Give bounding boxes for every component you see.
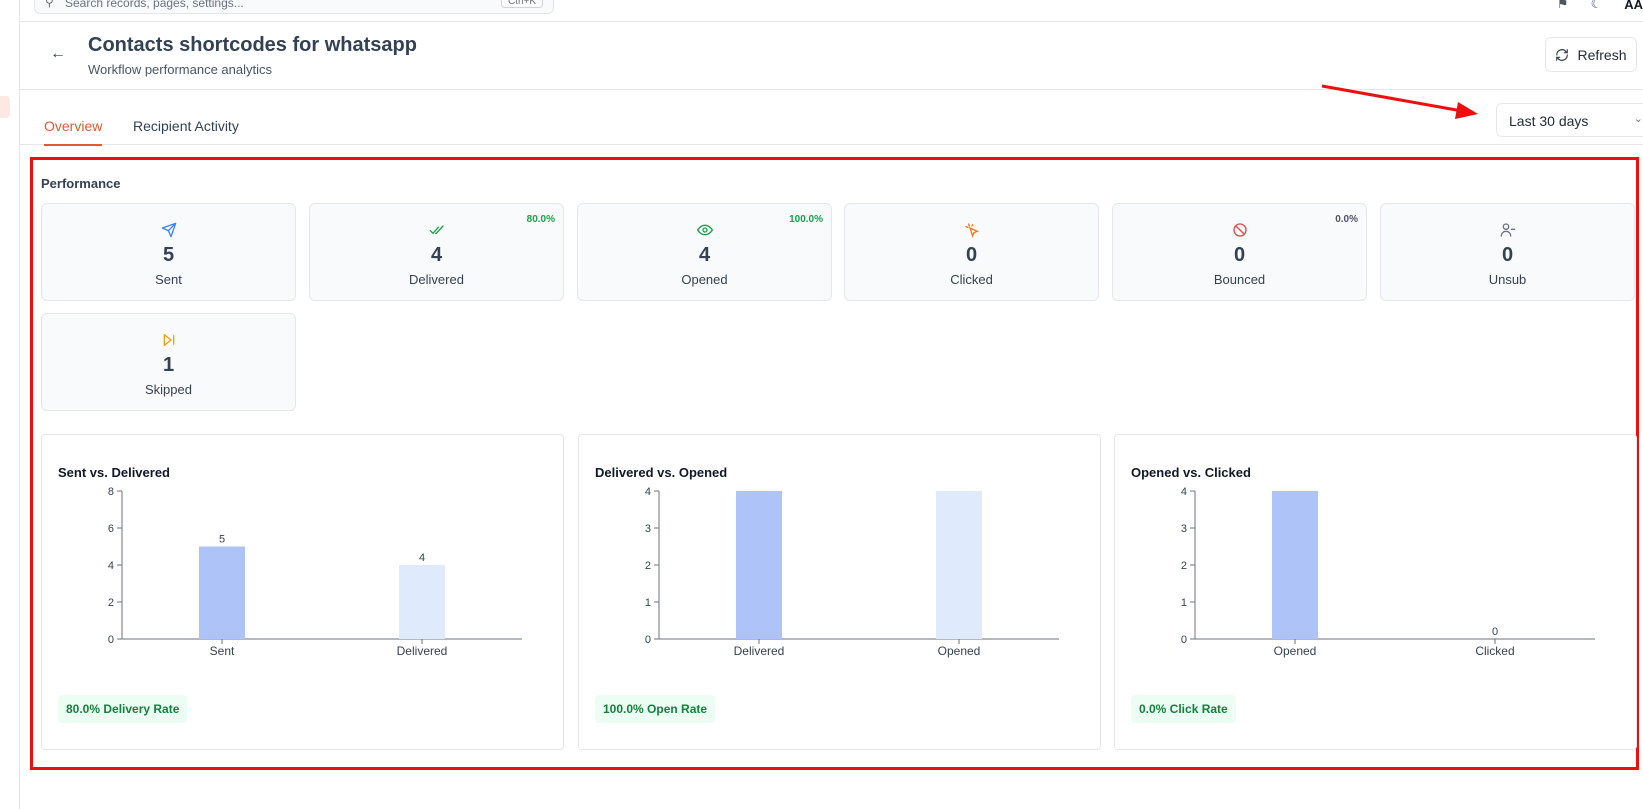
stat-card-bounced: 0.0% 0 Bounced [1112, 203, 1367, 301]
chart-card-sent-delivered: Sent vs. Delivered 0 2 4 6 8 Sent 5 Delivered 4 … [41, 434, 564, 750]
performance-label: Performance [41, 176, 121, 191]
bar-chart: 0 1 2 3 4 Opened Clicked 0 [1181, 486, 1595, 658]
bar [736, 491, 782, 639]
rate-badge: 100.0% Open Rate [595, 695, 716, 723]
bar [399, 565, 445, 639]
y-tick-label: 4 [645, 486, 651, 498]
chart-card-delivered-opened: Delivered vs. Opened 0 1 2 3 4 Delivered Opene… [578, 434, 1101, 750]
rate-badge: 0.0% Click Rate [1131, 695, 1236, 723]
search-icon: ⚲ [45, 0, 54, 9]
date-range-value: Last 30 days [1509, 113, 1589, 129]
stat-value: 1 [162, 354, 175, 376]
y-tick-label: 3 [1181, 523, 1187, 535]
search-shortcut: Ctrl+K [500, 0, 543, 8]
tab-overview[interactable]: Overview [44, 118, 103, 146]
skip-forward-icon [42, 332, 295, 352]
bar [936, 491, 982, 639]
sidebar-edge [0, 0, 20, 809]
user-minus-icon [1381, 222, 1634, 242]
refresh-label: Refresh [1577, 46, 1627, 63]
pointer-click-icon [845, 222, 1098, 242]
chart-title: Sent vs. Delivered [58, 465, 170, 480]
data-label: 5 [219, 534, 225, 546]
refresh-button[interactable]: Refresh [1545, 37, 1637, 72]
y-tick-label: 6 [108, 523, 114, 535]
stat-value: 0 [965, 244, 978, 266]
top-icons: ⚑ ☾ AA [1557, 0, 1643, 14]
y-tick-label: 8 [108, 486, 114, 498]
stat-label: Delivered [409, 272, 464, 287]
stat-value: 0 [1233, 244, 1246, 266]
send-icon [42, 222, 295, 242]
search-box[interactable]: ⚲ Search records, pages, settings... Ctr… [34, 0, 554, 14]
y-tick-label: 2 [645, 560, 651, 572]
double-check-icon [310, 222, 563, 242]
stat-value: 4 [698, 244, 711, 266]
stat-card-unsub: 0 Unsub [1380, 203, 1635, 301]
x-tick-label: Opened [938, 644, 981, 658]
stat-label: Sent [155, 272, 182, 287]
stat-label: Opened [681, 272, 728, 287]
bar-chart: 0 2 4 6 8 Sent 5 Delivered 4 [108, 486, 522, 658]
bar [199, 546, 245, 639]
stat-label: Skipped [145, 382, 192, 397]
stat-value: 5 [162, 244, 175, 266]
tab-bar: Overview Recipient Activity Last 30 days… [20, 90, 1643, 146]
arrow-left-icon: ← [50, 45, 66, 62]
chart-card-opened-clicked: Opened vs. Clicked 0 1 2 3 4 Opened Clicked 0 0… [1114, 434, 1637, 750]
y-tick-label: 3 [645, 523, 651, 535]
stat-card-sent: 5 Sent [41, 203, 296, 301]
top-bar: ⚲ Search records, pages, settings... Ctr… [20, 0, 1643, 22]
date-range-select[interactable]: Last 30 days ⌄ [1496, 103, 1643, 137]
y-tick-label: 1 [645, 597, 651, 609]
stat-card-clicked: 0 Clicked [844, 203, 1099, 301]
avatar[interactable]: AA [1624, 0, 1643, 12]
x-tick-label: Delivered [397, 644, 448, 658]
bar [1272, 491, 1318, 639]
y-tick-label: 4 [108, 560, 114, 572]
y-tick-label: 2 [108, 597, 114, 609]
x-tick-label: Delivered [734, 644, 785, 658]
stat-card-skipped: 1 Skipped [41, 313, 296, 411]
sidebar-active-marker [0, 96, 10, 118]
rate-badge: 80.0% Delivery Rate [58, 695, 188, 723]
bar-chart: 0 1 2 3 4 Delivered Opened [645, 486, 1059, 658]
chart-title: Delivered vs. Opened [595, 465, 728, 480]
tab-recipient-activity[interactable]: Recipient Activity [133, 118, 239, 144]
refresh-icon [1556, 48, 1569, 61]
x-tick-label: Sent [210, 644, 235, 658]
stat-card-delivered: 80.0% 4 Delivered [309, 203, 564, 301]
y-tick-label: 0 [645, 634, 651, 646]
y-tick-label: 2 [1181, 560, 1187, 572]
y-tick-label: 1 [1181, 597, 1187, 609]
eye-icon [578, 222, 831, 242]
stat-label: Clicked [950, 272, 993, 287]
x-tick-label: Opened [1274, 644, 1317, 658]
stat-value: 4 [430, 244, 443, 266]
chevron-down-icon: ⌄ [1633, 113, 1643, 125]
bookmark-icon[interactable]: ⚑ [1557, 0, 1569, 12]
stat-card-opened: 100.0% 4 Opened [577, 203, 832, 301]
data-label: 4 [419, 552, 425, 564]
stat-label: Bounced [1213, 272, 1266, 287]
page-header: ← Contacts shortcodes for whatsapp Workf… [20, 22, 1643, 90]
page-title: Contacts shortcodes for whatsapp [88, 34, 417, 56]
stat-value: 0 [1501, 244, 1514, 266]
back-button[interactable]: ← [46, 42, 70, 66]
y-tick-label: 4 [1181, 486, 1187, 498]
data-label: 0 [1492, 626, 1498, 638]
page-subtitle: Workflow performance analytics [88, 62, 272, 77]
x-tick-label: Clicked [1475, 644, 1514, 658]
search-input[interactable]: Search records, pages, settings... [65, 0, 244, 10]
stat-label: Unsub [1488, 272, 1527, 287]
moon-icon[interactable]: ☾ [1591, 0, 1603, 12]
y-tick-label: 0 [1181, 634, 1187, 646]
chart-title: Opened vs. Clicked [1131, 465, 1251, 480]
ban-icon [1113, 222, 1366, 242]
y-tick-label: 0 [108, 634, 114, 646]
